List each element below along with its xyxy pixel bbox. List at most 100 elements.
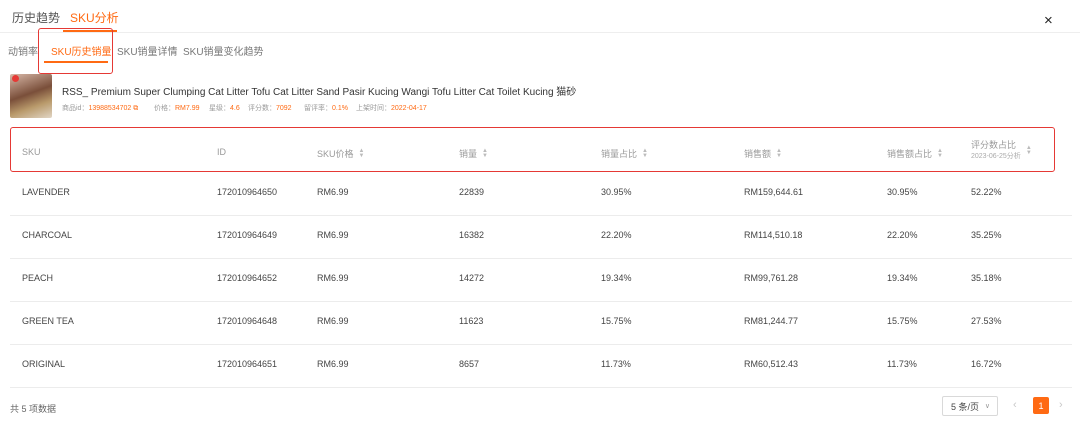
meta-price: 价格：RM7.99 — [154, 103, 200, 113]
subtab-sell-through-rate[interactable]: 动销率 — [8, 43, 38, 58]
tab-history-trend[interactable]: 历史趋势 — [12, 9, 60, 26]
cell-id: 172010964651 — [217, 359, 278, 369]
cell-sku: ORIGINAL — [22, 359, 66, 369]
cell-sales: 14272 — [459, 273, 485, 283]
meta-label: 评分数： — [248, 105, 276, 112]
meta-listing-date: 上架时间：2022-04-17 — [356, 103, 427, 113]
page-size-select[interactable]: 5 条/页 ∨ — [942, 396, 998, 416]
meta-product-id: 商品id：13988534702 ⧉ — [62, 103, 138, 113]
col-label: 销量 — [459, 149, 478, 159]
meta-label: 商品id： — [62, 105, 89, 112]
meta-review-rate: 留评率：0.1% — [304, 103, 348, 113]
next-page-icon[interactable]: › — [1059, 399, 1063, 411]
cell-price: RM6.99 — [317, 230, 349, 240]
meta-value: 0.1% — [332, 105, 348, 112]
cell-revenue: RM159,644.61 — [744, 187, 804, 197]
page-button-current[interactable]: 1 — [1033, 397, 1049, 414]
cell-revenue-share: 22.20% — [887, 230, 918, 240]
col-label: 销售额占比 — [887, 149, 933, 159]
meta-rating: 星级：4.6 — [209, 103, 240, 113]
col-header-sales-share: 销量占比 ▲ ▼ — [601, 147, 648, 160]
cell-sales: 22839 — [459, 187, 485, 197]
sort-icon[interactable]: ▲ ▼ — [937, 148, 943, 159]
cell-revenue-share: 15.75% — [887, 316, 918, 326]
cell-sales: 16382 — [459, 230, 485, 240]
col-sub-label: 2023-06-25分析 — [971, 153, 1021, 160]
meta-value: RM7.99 — [175, 105, 200, 112]
table-row: ORIGINAL 172010964651 RM6.99 8657 11.73%… — [10, 345, 1072, 388]
col-header-sku: SKU — [22, 147, 41, 157]
meta-value: 4.6 — [230, 105, 240, 112]
close-icon[interactable]: × — [1044, 12, 1053, 29]
col-header-id: ID — [217, 147, 226, 157]
col-label: ID — [217, 147, 226, 157]
chevron-down-icon: ∨ — [984, 403, 990, 410]
cell-id: 172010964650 — [217, 187, 278, 197]
sort-icon[interactable]: ▲ ▼ — [359, 148, 365, 159]
cell-price: RM6.99 — [317, 273, 349, 283]
sort-icon[interactable]: ▲ ▼ — [482, 148, 488, 159]
col-header-sku-price: SKU价格 ▲ ▼ — [317, 147, 364, 160]
meta-label: 价格： — [154, 105, 175, 112]
subtab-sku-sales-detail[interactable]: SKU销量详情 — [117, 43, 178, 58]
table-row: GREEN TEA 172010964648 RM6.99 11623 15.7… — [10, 302, 1072, 345]
table-row: CHARCOAL 172010964649 RM6.99 16382 22.20… — [10, 216, 1072, 259]
cell-sales-share: 22.20% — [601, 230, 632, 240]
cell-sales: 11623 — [459, 316, 484, 326]
tab-divider — [0, 32, 1080, 33]
meta-review-count: 评分数：7092 — [248, 103, 292, 113]
meta-value: 13988534702 — [88, 105, 132, 112]
cell-revenue: RM114,510.18 — [744, 230, 803, 240]
col-header-revenue-share: 销售额占比 ▲ ▼ — [887, 147, 943, 160]
total-count: 共 5 项数据 — [10, 404, 57, 414]
col-label: SKU价格 — [317, 149, 354, 159]
cell-sales-share: 15.75% — [601, 316, 632, 326]
product-title: RSS_ Premium Super Clumping Cat Litter T… — [62, 87, 577, 98]
sort-icon[interactable]: ▲ ▼ — [642, 148, 648, 159]
cell-revenue-share: 19.34% — [887, 273, 918, 283]
cell-revenue: RM99,761.28 — [744, 273, 799, 283]
col-label: 销售额 — [744, 149, 772, 159]
col-header-revenue: 销售额 ▲ ▼ — [744, 147, 782, 160]
col-header-review-share: 评分数占比 2023-06-25分析 ▲ ▼ — [971, 139, 1032, 163]
col-label: 销量占比 — [601, 149, 638, 159]
meta-value: 7092 — [276, 105, 292, 112]
meta-label: 留评率： — [304, 105, 332, 112]
cell-sku: CHARCOAL — [22, 230, 73, 240]
meta-value: 2022-04-17 — [391, 105, 427, 112]
cell-review-share: 35.18% — [971, 273, 1002, 283]
cell-review-share: 35.25% — [971, 230, 1002, 240]
cell-sales: 8657 — [459, 359, 480, 369]
cell-revenue-share: 11.73% — [887, 359, 917, 369]
page-size-label: 5 条/页 — [951, 401, 980, 412]
subtab-sku-sales-trend[interactable]: SKU销量变化趋势 — [183, 43, 264, 58]
cell-sales-share: 30.95% — [601, 187, 632, 197]
thumbnail-badge — [12, 75, 19, 82]
cell-sales-share: 11.73% — [601, 359, 631, 369]
cell-price: RM6.99 — [317, 187, 349, 197]
meta-label: 星级： — [209, 105, 230, 112]
cell-review-share: 52.22% — [971, 187, 1002, 197]
prev-page-icon[interactable]: ‹ — [1013, 399, 1017, 411]
cell-price: RM6.99 — [317, 359, 349, 369]
cell-sku: GREEN TEA — [22, 316, 74, 326]
cell-sales-share: 19.34% — [601, 273, 632, 283]
cell-review-share: 16.72% — [971, 359, 1002, 369]
cell-id: 172010964648 — [217, 316, 278, 326]
col-label: 评分数占比 — [971, 140, 1017, 150]
tab-sku-analysis[interactable]: SKU分析 — [70, 9, 119, 26]
table-row: LAVENDER 172010964650 RM6.99 22839 30.95… — [10, 173, 1072, 216]
col-header-sales: 销量 ▲ ▼ — [459, 147, 488, 160]
cell-revenue: RM81,244.77 — [744, 316, 799, 326]
sort-icon[interactable]: ▲ ▼ — [1026, 145, 1032, 156]
cell-sku: PEACH — [22, 273, 54, 283]
cell-id: 172010964652 — [217, 273, 278, 283]
col-label: SKU — [22, 147, 41, 157]
copy-icon[interactable]: ⧉ — [133, 105, 138, 112]
cell-review-share: 27.53% — [971, 316, 1002, 326]
cell-sku: LAVENDER — [22, 187, 70, 197]
meta-label: 上架时间： — [356, 105, 391, 112]
cell-id: 172010964649 — [217, 230, 278, 240]
cell-revenue: RM60,512.43 — [744, 359, 799, 369]
sort-icon[interactable]: ▲ ▼ — [776, 148, 782, 159]
